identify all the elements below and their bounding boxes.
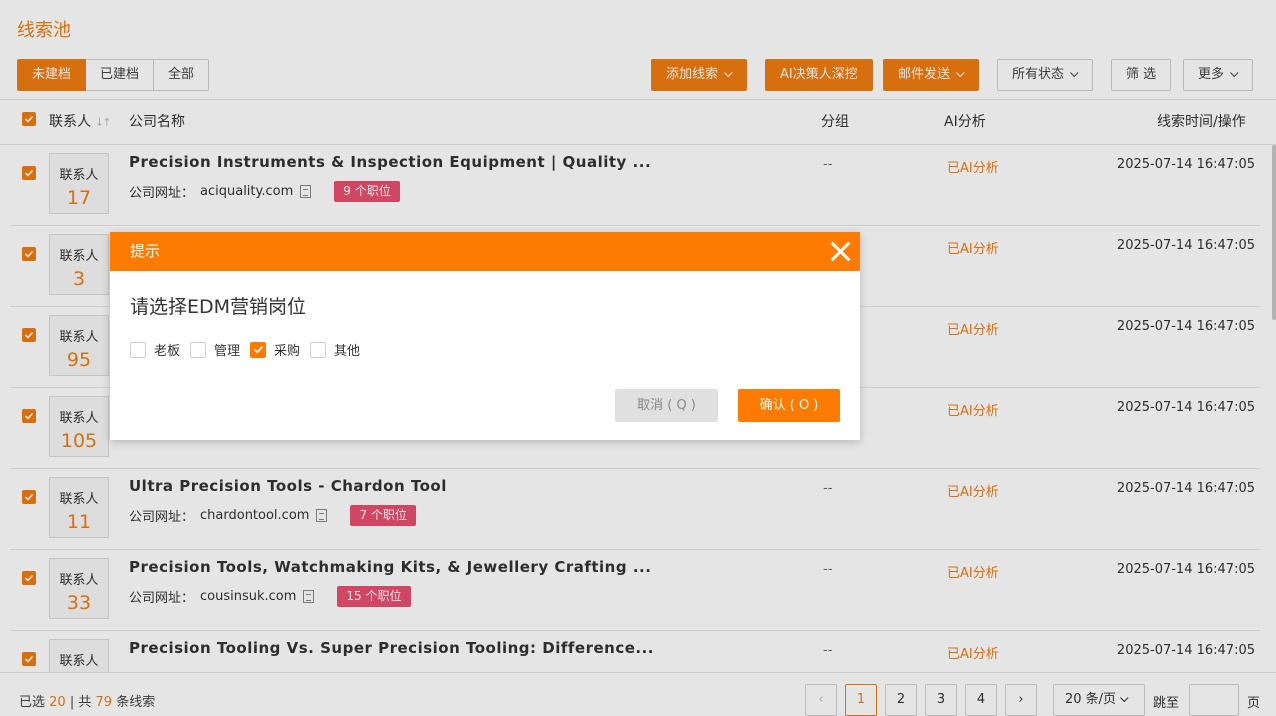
option-label: 采购 — [274, 344, 301, 359]
option-checkbox[interactable] — [250, 341, 267, 358]
option-purchasing[interactable]: 采购 — [250, 340, 300, 359]
confirm-button[interactable]: 确认 ( O ) — [738, 389, 840, 422]
dialog-question: 请选择EDM营销岗位 — [130, 296, 307, 318]
option-checkbox[interactable] — [190, 341, 207, 358]
cancel-button[interactable]: 取消 ( Q ) — [615, 389, 718, 422]
option-label: 管理 — [214, 344, 241, 359]
option-boss[interactable]: 老板 — [130, 340, 180, 359]
option-other[interactable]: 其他 — [310, 340, 360, 359]
close-icon[interactable] — [829, 240, 851, 262]
option-checkbox[interactable] — [130, 341, 146, 358]
lead-pool-page: 线索池 未建档 已建档 全部 添加线索 AI决策人深挖 邮件发送 所有状态 筛 … — [0, 0, 1276, 716]
option-checkbox[interactable] — [310, 341, 327, 358]
position-options: 老板 管理 采购 其他 — [130, 340, 370, 359]
edm-position-dialog: 提示 请选择EDM营销岗位 老板 管理 采购 其他 取消 ( Q ) 确认 ( … — [110, 232, 860, 440]
option-label: 老板 — [154, 344, 181, 359]
check-icon — [253, 346, 263, 354]
option-management[interactable]: 管理 — [190, 340, 240, 359]
dialog-title: 提示 — [130, 242, 161, 260]
option-label: 其他 — [334, 344, 361, 359]
dialog-header: 提示 — [110, 232, 860, 271]
